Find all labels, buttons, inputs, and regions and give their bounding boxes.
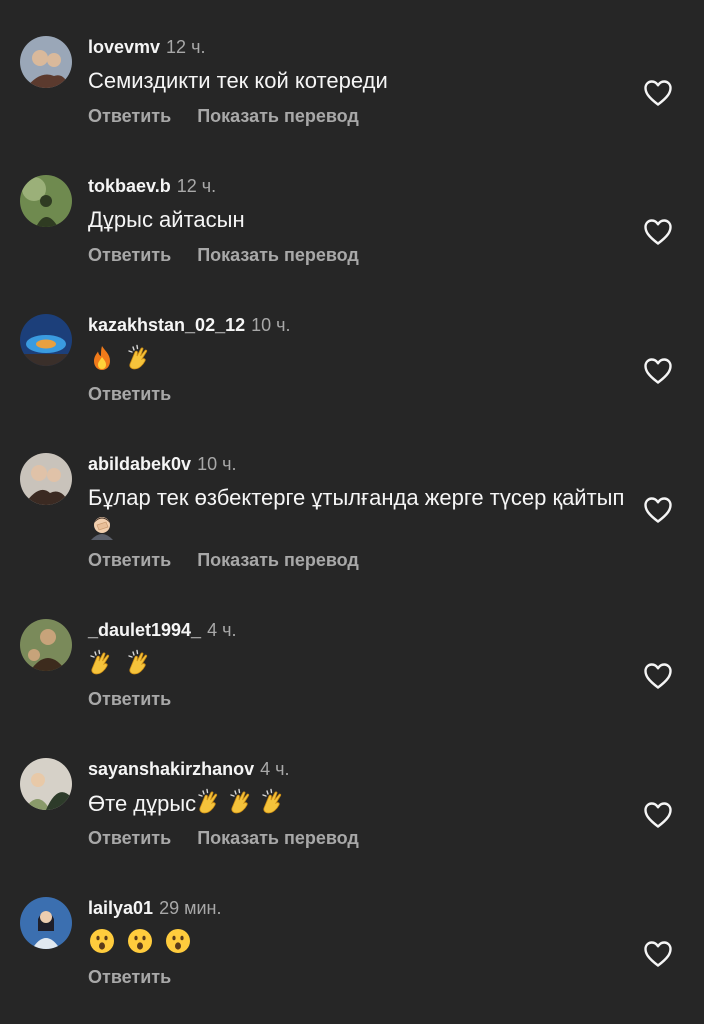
comment-text-content: Бұлар тек өзбектерге ұтылғанда жерге түс…: [88, 485, 625, 510]
comment-item: _daulet1994_ 4 ч. Ответить: [0, 605, 704, 744]
show-translation-button[interactable]: Показать перевод: [197, 550, 359, 570]
avatar[interactable]: [20, 897, 72, 949]
comment-actions: Ответить: [88, 966, 171, 988]
comment-text: [88, 927, 628, 958]
comment-text: Семиздикти тек кой котереди: [88, 66, 628, 96]
heart-icon[interactable]: [643, 940, 673, 968]
comment-text-content: Өте дұрыс: [88, 791, 197, 816]
comment-header: lovevmv 12 ч.: [88, 36, 205, 58]
comment-text-content: Семиздикти тек кой котереди: [88, 68, 388, 93]
username[interactable]: tokbaev.b: [88, 176, 171, 196]
show-translation-button[interactable]: Показать перевод: [197, 828, 359, 848]
avatar[interactable]: [20, 453, 72, 505]
comments-list: lovevmv 12 ч. Семиздикти тек кой котереди…: [0, 0, 704, 1024]
heart-icon[interactable]: [643, 662, 673, 690]
reply-button[interactable]: Ответить: [88, 689, 171, 709]
comment-text: Бұлар тек өзбектерге ұтылғанда жерге түс…: [88, 483, 628, 544]
comment-item: abildabek0v 10 ч. Бұлар тек өзбектерге ұт…: [0, 439, 704, 605]
comment-header: _daulet1994_ 4 ч.: [88, 619, 236, 641]
avatar[interactable]: [20, 36, 72, 88]
comment-item: sayanshakirzhanov 4 ч. Өте дұрыс Ответить…: [0, 744, 704, 883]
comment-item: lovevmv 12 ч. Семиздикти тек кой котереди…: [0, 22, 704, 161]
face-with-open-mouth-emoji: [90, 929, 114, 953]
comment-text-content: Дұрыс айтасын: [88, 207, 245, 232]
show-translation-button[interactable]: Показать перевод: [197, 245, 359, 265]
username[interactable]: sayanshakirzhanov: [88, 759, 254, 779]
heart-icon[interactable]: [643, 218, 673, 246]
username[interactable]: _daulet1994_: [88, 620, 201, 640]
clapping-hands-emoji: [128, 344, 148, 370]
face-with-open-mouth-emoji: [128, 929, 153, 953]
heart-icon[interactable]: [643, 801, 673, 829]
heart-icon[interactable]: [643, 496, 673, 524]
username[interactable]: lailya01: [88, 898, 153, 918]
clapping-hands-emoji: [262, 788, 282, 814]
comment-item: kazakhstan_02_12 10 ч. Ответить: [0, 300, 704, 439]
reply-button[interactable]: Ответить: [88, 245, 171, 265]
clapping-hands-emoji: [230, 788, 250, 814]
username[interactable]: lovevmv: [88, 37, 160, 57]
comment-text: [88, 649, 628, 680]
heart-icon[interactable]: [643, 357, 673, 385]
person-facepalming-emoji: [91, 517, 113, 540]
comment-item: tokbaev.b 12 ч. Дұрыс айтасын Ответить Пок…: [0, 161, 704, 300]
comment-header: kazakhstan_02_12 10 ч.: [88, 314, 291, 336]
username[interactable]: kazakhstan_02_12: [88, 315, 245, 335]
comment-header: lailya01 29 мин.: [88, 897, 221, 919]
comment-item: lailya01 29 мин. Ответить: [0, 883, 704, 1022]
reply-button[interactable]: Ответить: [88, 550, 171, 570]
comment-actions: Ответить Показать перевод: [88, 244, 359, 266]
comment-actions: Ответить: [88, 688, 171, 710]
avatar[interactable]: [20, 619, 72, 671]
comment-text: Дұрыс айтасын: [88, 205, 628, 235]
comment-header: sayanshakirzhanov 4 ч.: [88, 758, 289, 780]
clapping-hands-emoji: [128, 649, 148, 675]
comment-header: tokbaev.b 12 ч.: [88, 175, 216, 197]
timestamp: 10 ч.: [197, 454, 237, 474]
avatar[interactable]: [20, 314, 72, 366]
reply-button[interactable]: Ответить: [88, 106, 171, 126]
clapping-hands-emoji: [90, 649, 110, 675]
show-translation-button[interactable]: Показать перевод: [197, 106, 359, 126]
timestamp: 12 ч.: [166, 37, 206, 57]
comment-actions: Ответить Показать перевод: [88, 105, 359, 127]
comment-actions: Ответить Показать перевод: [88, 549, 359, 571]
timestamp: 4 ч.: [260, 759, 290, 779]
face-with-open-mouth-emoji: [166, 929, 191, 953]
username[interactable]: abildabek0v: [88, 454, 191, 474]
timestamp: 29 мин.: [159, 898, 222, 918]
comment-actions: Ответить Показать перевод: [88, 827, 359, 849]
heart-icon[interactable]: [643, 79, 673, 107]
timestamp: 4 ч.: [207, 620, 237, 640]
avatar[interactable]: [20, 175, 72, 227]
clapping-hands-emoji: [198, 788, 218, 814]
timestamp: 12 ч.: [176, 176, 217, 196]
avatar[interactable]: [20, 758, 72, 810]
comment-header: abildabek0v 10 ч.: [88, 453, 236, 475]
comment-actions: Ответить: [88, 383, 171, 405]
fire-emoji: [94, 346, 110, 370]
reply-button[interactable]: Ответить: [88, 384, 171, 404]
comment-text: [88, 344, 628, 375]
reply-button[interactable]: Ответить: [88, 828, 171, 848]
comment-text: Өте дұрыс: [88, 788, 628, 819]
reply-button[interactable]: Ответить: [88, 967, 171, 987]
timestamp: 10 ч.: [251, 315, 291, 335]
